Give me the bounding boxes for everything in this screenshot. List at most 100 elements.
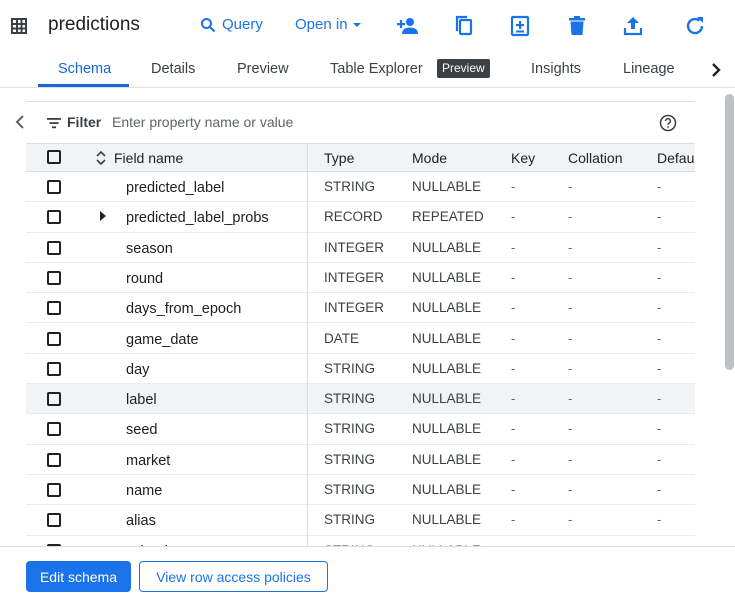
delete-icon[interactable] — [565, 14, 589, 38]
field-collation: - — [568, 239, 573, 255]
table-row[interactable]: day STRING NULLABLE - - - — [26, 354, 695, 385]
field-default: - — [657, 300, 662, 316]
column-header-mode: Mode — [412, 150, 448, 166]
field-name: name — [126, 483, 163, 499]
snapshot-add-icon[interactable] — [508, 14, 532, 38]
field-key: - — [511, 482, 516, 497]
row-checkbox[interactable] — [47, 392, 61, 407]
filter-label: Filter — [67, 114, 102, 130]
field-collation: - — [568, 451, 573, 467]
tab-table-explorer[interactable]: Table Explorer — [330, 61, 423, 77]
schema-table: Field name Type Mode Key Collation Defau… — [26, 143, 695, 546]
row-checkbox[interactable] — [47, 422, 61, 437]
field-name: predicted_label — [126, 180, 225, 196]
table-header: Field name Type Mode Key Collation Defau — [26, 143, 695, 172]
field-default: - — [657, 482, 662, 497]
share-person-add-icon[interactable] — [396, 14, 420, 38]
row-checkbox[interactable] — [47, 452, 61, 467]
field-key: - — [511, 209, 516, 225]
field-type: STRING — [324, 391, 376, 407]
search-icon — [201, 17, 216, 32]
table-row[interactable]: game_date DATE NULLABLE - - - — [26, 324, 695, 354]
field-type: INTEGER — [324, 239, 385, 255]
tab-preview[interactable]: Preview — [237, 61, 289, 77]
active-tab-indicator — [38, 84, 129, 87]
refresh-icon[interactable] — [683, 14, 707, 38]
table-row[interactable]: school_ncaaSTRINGNULLABLE--- — [26, 536, 695, 546]
query-button[interactable]: Query — [200, 16, 263, 33]
sort-icon[interactable] — [96, 150, 106, 166]
row-checkbox[interactable] — [47, 180, 61, 194]
field-mode: NULLABLE — [412, 360, 482, 376]
table-row[interactable]: season INTEGER NULLABLE - - - — [26, 233, 695, 263]
view-row-access-policies-button[interactable]: View row access policies — [139, 561, 328, 592]
field-default: - — [657, 421, 662, 437]
row-checkbox[interactable] — [47, 513, 61, 528]
row-checkbox[interactable] — [47, 210, 61, 225]
select-all-checkbox[interactable] — [47, 150, 61, 164]
field-key: - — [511, 391, 516, 407]
field-key: - — [511, 421, 516, 437]
scrollbar-thumb[interactable] — [725, 94, 734, 370]
field-key: - — [511, 512, 516, 528]
table-row[interactable]: label STRING NULLABLE - - - — [26, 384, 695, 415]
column-divider — [307, 143, 308, 546]
open-in-button[interactable]: Open in — [295, 16, 362, 33]
row-checkbox[interactable] — [47, 331, 61, 346]
table-row[interactable]: predicted_label STRING NULLABLE - - - — [26, 172, 695, 203]
field-default: - — [657, 209, 662, 225]
table-row[interactable]: round INTEGER NULLABLE - - - — [26, 263, 695, 294]
table-row[interactable]: days_from_epoch INTEGER NULLABLE - - - — [26, 293, 695, 324]
table-row[interactable]: market STRING NULLABLE - - - — [26, 445, 695, 475]
tab-lineage[interactable]: Lineage — [623, 61, 675, 77]
field-mode: NULLABLE — [412, 391, 482, 407]
row-checkbox[interactable] — [47, 483, 61, 497]
row-checkbox[interactable] — [47, 240, 61, 255]
chevron-right-icon[interactable] — [704, 58, 728, 82]
table-row[interactable]: name STRING NULLABLE - - - — [26, 475, 695, 506]
tab-schema[interactable]: Schema — [58, 61, 111, 77]
field-key: - — [511, 360, 516, 376]
filter-bar: Filter — [26, 101, 695, 143]
chevron-down-icon — [352, 22, 361, 27]
table-row[interactable]: alias STRING NULLABLE - - - — [26, 505, 695, 536]
field-default: - — [657, 360, 662, 376]
upload-export-icon[interactable] — [621, 14, 645, 38]
field-default: - — [657, 451, 662, 467]
field-key: - — [511, 300, 516, 316]
preview-badge: Preview — [437, 59, 490, 78]
page-title: predictions — [48, 14, 140, 35]
field-default: - — [657, 330, 662, 346]
field-type: DATE — [324, 330, 360, 346]
header: predictions Query Open in — [0, 0, 735, 52]
field-mode: NULLABLE — [412, 451, 482, 467]
row-checkbox[interactable] — [47, 270, 61, 285]
field-key: - — [511, 239, 516, 255]
tab-insights[interactable]: Insights — [531, 61, 581, 77]
column-header-field-name[interactable]: Field name — [114, 150, 183, 166]
field-collation: - — [568, 391, 573, 407]
field-key: - — [511, 330, 516, 346]
table-row[interactable]: seed STRING NULLABLE - - - — [26, 414, 695, 445]
copy-icon[interactable] — [452, 14, 476, 38]
filter-input[interactable] — [112, 110, 632, 134]
field-type: STRING — [324, 179, 376, 194]
expand-arrow-icon[interactable] — [98, 211, 108, 222]
help-icon[interactable] — [659, 114, 677, 132]
field-type: STRING — [324, 482, 376, 497]
tab-details[interactable]: Details — [151, 61, 195, 77]
tab-bar: Schema Details Preview Table Explorer In… — [0, 52, 735, 129]
edit-schema-button[interactable]: Edit schema — [26, 561, 131, 592]
field-type: RECORD — [324, 209, 383, 225]
row-checkbox[interactable] — [47, 361, 61, 376]
open-in-label: Open in — [295, 16, 348, 33]
field-type: STRING — [324, 512, 376, 528]
table-row[interactable]: predicted_label_probs RECORD REPEATED - - - — [26, 202, 695, 233]
field-collation: - — [568, 269, 573, 285]
field-name: day — [126, 361, 150, 378]
field-default: - — [657, 179, 662, 194]
field-type: STRING — [324, 421, 376, 437]
column-header-collation: Collation — [568, 150, 623, 166]
row-checkbox[interactable] — [47, 301, 61, 316]
field-collation: - — [568, 330, 573, 346]
